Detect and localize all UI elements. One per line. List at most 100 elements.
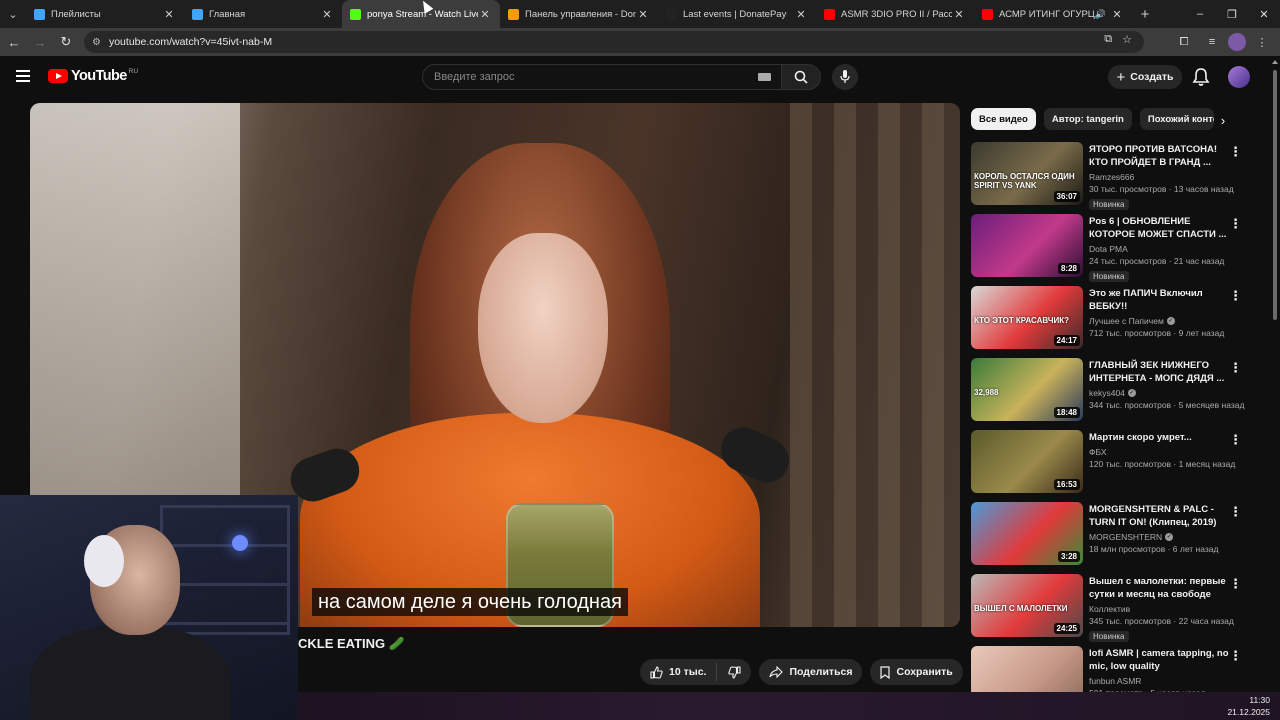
video-meta: 120 тыс. просмотров · 1 месяц назад [1089,459,1236,469]
youtube-logo[interactable]: YouTube RU [48,68,138,84]
video-info: Pos 6 | ОБНОВЛЕНИЕ КОТОРОЕ МОЖЕТ СПАСТИ … [1089,215,1229,284]
video-title[interactable]: Вышел с малолетки: первые сутки и месяц … [1089,575,1229,601]
channel-name[interactable]: MORGENSHTERN [1089,532,1162,542]
tab-audio-icon[interactable]: 🔊 [1095,9,1106,20]
scrollbar-thumb[interactable] [1273,70,1277,320]
tab-close-icon[interactable]: ✕ [952,8,966,21]
video-options-icon[interactable]: ⋮ [1229,432,1242,448]
search-input[interactable]: Введите запрос [422,64,782,90]
related-video-item[interactable]: 32,988 18:48 ГЛАВНЫЙ ЗЕК НИЖНЕГО ИНТЕРНЕТА… [971,358,1251,426]
channel-name[interactable]: funbun ASMR [1089,676,1141,686]
video-thumbnail[interactable]: 16:53 [971,430,1083,493]
minimize-button[interactable]: – [1184,0,1216,28]
related-video-item[interactable]: КОРОЛЬ ОСТАЛСЯ ОДИН SPIRIT VS YANK 36:07 Я… [971,142,1251,210]
video-options-icon[interactable]: ⋮ [1229,144,1242,160]
system-clock[interactable]: 11:30 21.12.2025 [1227,694,1270,718]
video-duration: 3:28 [1057,551,1080,562]
channel-name[interactable]: Коллектив [1089,604,1130,614]
address-bar[interactable]: ⚙ youtube.com/watch?v=45ivt-nab-M [84,31,1144,53]
share-button[interactable]: Поделиться [759,659,863,685]
tab-close-icon[interactable]: ✕ [1110,8,1124,21]
related-filter-chips: Все видео Автор: tangerin Похожий контент [971,108,1214,130]
channel-name[interactable]: ФБХ [1089,447,1107,457]
keyboard-icon[interactable] [758,73,771,81]
notifications-bell-icon[interactable] [1192,67,1210,87]
maximize-button[interactable]: ❐ [1216,0,1248,28]
video-thumbnail[interactable]: КОРОЛЬ ОСТАЛСЯ ОДИН SPIRIT VS YANK 36:07 [971,142,1083,205]
video-title[interactable]: Pos 6 | ОБНОВЛЕНИЕ КОТОРОЕ МОЖЕТ СПАСТИ … [1089,215,1229,241]
related-video-item[interactable]: 8:28 Pos 6 | ОБНОВЛЕНИЕ КОТОРОЕ МОЖЕТ СПА… [971,214,1251,282]
video-title[interactable]: MORGENSHTERN & PALC - TURN IT ON! (Клипе… [1089,503,1229,529]
new-tab-button[interactable]: + [1132,6,1158,23]
thumbnail-caption: ВЫШЕЛ С МАЛОЛЕТКИ [974,604,1068,613]
chips-next-arrow-icon[interactable]: › [1214,111,1232,129]
browser-tab[interactable]: Панель управления - Donation✕ [500,0,658,28]
close-window-button[interactable]: ✕ [1248,0,1280,28]
filter-chip[interactable]: Автор: tangerin [1043,108,1132,130]
video-options-icon[interactable]: ⋮ [1229,288,1242,304]
back-button[interactable]: ← [2,30,26,54]
video-thumbnail[interactable]: ВЫШЕЛ С МАЛОЛЕТКИ 24:25 [971,574,1083,637]
forward-button[interactable]: → [28,30,52,54]
video-thumbnail[interactable]: 32,988 18:48 [971,358,1083,421]
voice-search-button[interactable] [832,64,858,90]
save-button[interactable]: Сохранить [870,659,963,685]
like-button[interactable]: 10 тыс. [640,663,718,681]
video-thumbnail[interactable]: 8:28 [971,214,1083,277]
filter-chip[interactable]: Похожий контент [1139,108,1214,130]
tab-close-icon[interactable]: ✕ [162,8,176,21]
profile-avatar[interactable] [1228,33,1246,51]
video-options-icon[interactable]: ⋮ [1229,648,1242,664]
video-options-icon[interactable]: ⋮ [1229,360,1242,376]
youtube-play-icon [48,69,68,83]
channel-name[interactable]: Лучшее с Папичем [1089,316,1164,326]
create-button[interactable]: + Создать [1108,65,1182,89]
account-avatar[interactable] [1228,66,1250,88]
reload-button[interactable]: ↻ [54,30,78,54]
video-thumbnail[interactable]: КТО ЭТОТ КРАСАВЧИК? 24:17 [971,286,1083,349]
video-title[interactable]: ГЛАВНЫЙ ЗЕК НИЖНЕГО ИНТЕРНЕТА - МОПС ДЯД… [1089,359,1229,385]
search-button[interactable] [781,64,821,90]
webcam-person-body [30,625,230,720]
video-thumbnail[interactable]: 3:28 [971,502,1083,565]
tab-close-icon[interactable]: ✕ [478,8,492,21]
video-title[interactable]: ЯТОРО ПРОТИВ ВАТСОНА! КТО ПРОЙДЕТ В ГРАН… [1089,143,1229,169]
media-control-icon[interactable]: ≡ [1200,30,1224,54]
browser-tab[interactable]: АСМР ИТИНГ ОГУРЦОВ🔊 ✕ [974,0,1132,28]
video-options-icon[interactable]: ⋮ [1229,576,1242,592]
related-video-item[interactable]: ВЫШЕЛ С МАЛОЛЕТКИ 24:25 Вышел с малолетки:… [971,574,1251,642]
related-video-item[interactable]: КТО ЭТОТ КРАСАВЧИК? 24:17 Это же ПАПИЧ Вкл… [971,286,1251,354]
video-title[interactable]: Это же ПАПИЧ Включил ВЕБКУ!! [1089,287,1229,313]
video-options-icon[interactable]: ⋮ [1229,216,1242,232]
guide-menu-icon[interactable] [16,70,30,82]
browser-tab[interactable]: Главная ✕ [184,0,342,28]
related-video-item[interactable]: 3:28 MORGENSHTERN & PALC - TURN IT ON! (К… [971,502,1251,570]
browser-tabstrip: ⌄ Плейлисты ✕ Главная ✕ ponya Stream - Watch… [0,0,1280,28]
channel-name[interactable]: Ramzes666 [1089,172,1134,182]
page-scrollbar[interactable] [1270,56,1280,692]
channel-name[interactable]: Dota PMA [1089,244,1128,254]
video-title[interactable]: Мартин скоро умрет... [1089,431,1229,444]
video-title[interactable]: lofi ASMR | camera tapping, no mic, low … [1089,647,1229,673]
install-app-icon[interactable]: ⧉ [1104,33,1112,46]
site-info-icon[interactable]: ⚙ [92,37,101,48]
extensions-icon[interactable]: ⧠ [1172,30,1196,54]
browser-tab[interactable]: Плейлисты ✕ [26,0,184,28]
filter-chip[interactable]: Все видео [971,108,1036,130]
browser-tab[interactable]: Last events | DonatePay ✕ [658,0,816,28]
video-meta: 712 тыс. просмотров · 9 лет назад [1089,328,1225,338]
tab-close-icon[interactable]: ✕ [636,8,650,21]
dislike-button[interactable] [717,665,751,679]
channel-name[interactable]: kekys404 [1089,388,1125,398]
video-options-icon[interactable]: ⋮ [1229,504,1242,520]
tab-search-button[interactable]: ⌄ [0,0,26,28]
related-video-item[interactable]: 16:53 Мартин скоро умрет... ФБХ 120 тыс. пр… [971,430,1251,498]
tab-close-icon[interactable]: ✕ [320,8,334,21]
scroll-up-icon[interactable] [1272,60,1278,64]
browser-menu-icon[interactable]: ⋮ [1250,30,1274,54]
video-duration: 18:48 [1053,407,1080,418]
tab-close-icon[interactable]: ✕ [794,8,808,21]
bookmark-star-icon[interactable]: ☆ [1122,33,1132,46]
browser-tab[interactable]: ASMR 3DIO PRO II / Рассабл...✕ [816,0,974,28]
verified-check-icon: ✓ [1166,317,1175,325]
